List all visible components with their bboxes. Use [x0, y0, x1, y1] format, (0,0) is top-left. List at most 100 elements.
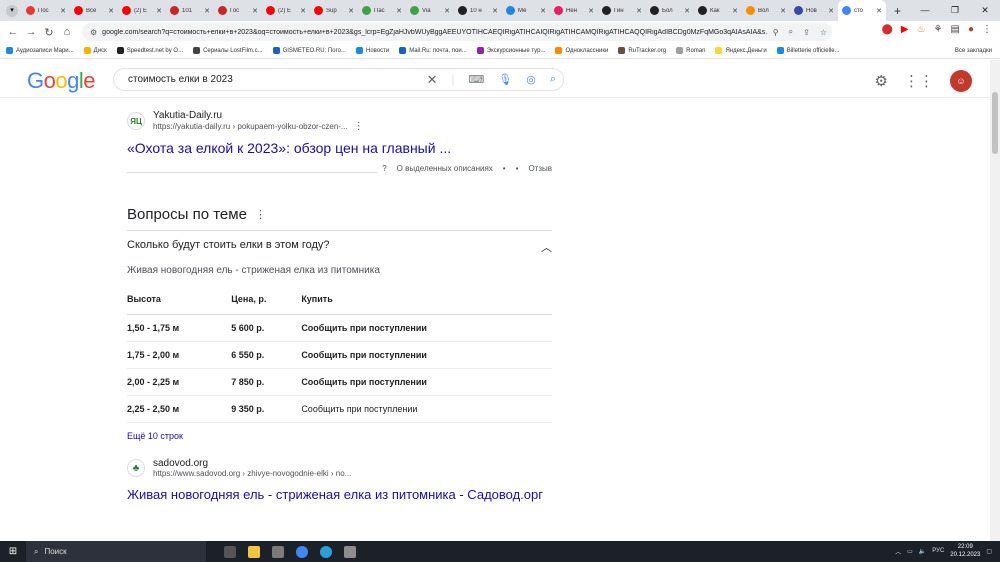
- close-tab-icon[interactable]: ✕: [828, 7, 834, 15]
- close-tab-icon[interactable]: ✕: [252, 7, 258, 15]
- back-button[interactable]: ←: [4, 26, 22, 38]
- browser-tab[interactable]: сто ✕: [838, 0, 886, 21]
- keyboard-icon[interactable]: ⌨: [468, 73, 484, 86]
- microphone-icon[interactable]: 🎙: [498, 73, 512, 86]
- forward-button[interactable]: →: [22, 26, 40, 38]
- close-tab-icon[interactable]: ✕: [204, 7, 210, 15]
- browser-tab[interactable]: (2) Е ✕: [118, 0, 166, 21]
- file-explorer-icon[interactable]: [248, 545, 260, 558]
- clock[interactable]: 22:09 20.12.2023: [950, 543, 980, 559]
- close-tab-icon[interactable]: ✕: [636, 7, 642, 15]
- lens-icon[interactable]: ◎: [526, 73, 536, 86]
- close-tab-icon[interactable]: ✕: [540, 7, 546, 15]
- browser-tab[interactable]: Пос ✕: [22, 0, 70, 21]
- fire-extension-icon[interactable]: ♨: [917, 24, 926, 35]
- bookmark-item[interactable]: Billetterie officielle...: [776, 47, 840, 54]
- scrollbar-thumb[interactable]: [992, 92, 998, 154]
- result-source[interactable]: ♣ sadovod.org https://www.sadovod.org › …: [127, 458, 557, 478]
- bookmark-item[interactable]: Speedtest.net by O...: [116, 47, 183, 54]
- browser-tab[interactable]: 101 ✕: [166, 0, 214, 21]
- all-bookmarks-folder[interactable]: Все закладки: [955, 48, 992, 54]
- notify-link[interactable]: Сообщить при поступлении: [301, 314, 552, 342]
- side-panel-icon[interactable]: ▤: [951, 24, 960, 35]
- result-source[interactable]: ЯЦ Yakutia-Daily.ru https://yakutia-dail…: [127, 110, 557, 132]
- bookmark-item[interactable]: Экскурсионные тур...: [476, 47, 545, 54]
- bookmark-item[interactable]: Mail.Ru: почта, пои...: [399, 47, 467, 54]
- volume-icon[interactable]: 🔈: [919, 548, 926, 555]
- close-tab-icon[interactable]: ✕: [444, 7, 450, 15]
- menu-icon[interactable]: ⋮: [982, 24, 992, 35]
- notify-link[interactable]: Сообщить при поступлении: [301, 341, 552, 369]
- bookmark-item[interactable]: Одноклассники: [555, 47, 608, 54]
- browser-tab[interactable]: Sup ✕: [310, 0, 358, 21]
- task-view-icon[interactable]: [224, 545, 236, 558]
- close-tab-icon[interactable]: ✕: [396, 7, 402, 15]
- notify-link[interactable]: Сообщить при поступлении: [301, 395, 552, 423]
- notification-icon[interactable]: ▢: [986, 548, 992, 555]
- browser-tab[interactable]: Нен ✕: [550, 0, 598, 21]
- result-title-link[interactable]: «Охота за елкой к 2023»: обзор цен на гл…: [127, 140, 557, 156]
- more-options-icon[interactable]: ⋮: [354, 121, 364, 132]
- result-title-link[interactable]: Живая новогодняя ель - стриженая елка из…: [127, 486, 557, 503]
- chevron-up-icon[interactable]: ︿: [541, 239, 552, 255]
- close-window-button[interactable]: ✕: [970, 0, 1000, 21]
- bookmark-item[interactable]: Новости: [355, 47, 389, 54]
- browser-tab[interactable]: Бол ✕: [646, 0, 694, 21]
- apps-grid-icon[interactable]: ⋮⋮: [904, 72, 934, 90]
- bookmark-item[interactable]: Аудиозаписи Мари...: [6, 47, 74, 54]
- account-avatar[interactable]: ☺: [950, 70, 972, 92]
- location-icon[interactable]: ⚲: [773, 28, 779, 37]
- minimize-button[interactable]: —: [910, 0, 940, 21]
- close-tab-icon[interactable]: ✕: [780, 7, 786, 15]
- media-app-icon[interactable]: [344, 545, 356, 558]
- opera-extension-icon[interactable]: ⬤: [882, 24, 893, 35]
- telegram-icon[interactable]: [320, 545, 332, 558]
- paa-question[interactable]: Сколько будут стоить елки в этом году? ︿: [127, 230, 552, 263]
- app-icon[interactable]: [272, 545, 284, 558]
- browser-tab[interactable]: Via ✕: [406, 0, 454, 21]
- close-tab-icon[interactable]: ✕: [492, 7, 498, 15]
- share-icon[interactable]: ⇪: [803, 28, 810, 37]
- bookmark-item[interactable]: RuTracker.org: [618, 47, 666, 54]
- close-tab-icon[interactable]: ✕: [60, 7, 66, 15]
- profile-icon[interactable]: ●: [968, 24, 974, 35]
- notify-link[interactable]: Сообщить при поступлении: [301, 368, 552, 396]
- close-tab-icon[interactable]: ✕: [108, 7, 114, 15]
- tray-chevron-icon[interactable]: ︿: [895, 547, 901, 556]
- bookmark-item[interactable]: Roman: [676, 47, 705, 54]
- network-icon[interactable]: ▭: [907, 548, 913, 555]
- search-box[interactable]: стоимость елки в 2023 ✕ | ⌨ 🎙 ◎ ⌕: [113, 68, 564, 91]
- close-tab-icon[interactable]: ✕: [156, 7, 162, 15]
- windows-start-icon[interactable]: ⊞: [0, 546, 26, 557]
- close-tab-icon[interactable]: ✕: [348, 7, 354, 15]
- page-scrollbar[interactable]: [990, 60, 1000, 541]
- extensions-icon[interactable]: ⚘: [934, 24, 943, 35]
- maximize-button[interactable]: ❐: [940, 0, 970, 21]
- more-rows-link[interactable]: Ещё 10 строк: [127, 431, 552, 441]
- search-input[interactable]: стоимость елки в 2023: [128, 74, 420, 85]
- browser-tab[interactable]: Ме ✕: [502, 0, 550, 21]
- reload-button[interactable]: ↻: [40, 26, 58, 39]
- close-tab-icon[interactable]: ✕: [300, 7, 306, 15]
- browser-tab[interactable]: Пас ✕: [358, 0, 406, 21]
- tab-search-button[interactable]: ▾: [6, 4, 18, 17]
- browser-tab[interactable]: Гос ✕: [214, 0, 262, 21]
- settings-gear-icon[interactable]: ⚙: [875, 72, 888, 90]
- bookmark-item[interactable]: Яндекс.Деньги: [715, 47, 767, 54]
- close-tab-icon[interactable]: ✕: [684, 7, 690, 15]
- language-indicator[interactable]: РУС: [932, 548, 944, 554]
- chrome-icon[interactable]: [296, 545, 308, 558]
- bookmark-item[interactable]: Диск: [83, 47, 107, 54]
- browser-tab[interactable]: (2) Е ✕: [262, 0, 310, 21]
- close-tab-icon[interactable]: ✕: [876, 7, 882, 15]
- bookmark-item[interactable]: GISMETEO.RU: Пого...: [272, 47, 346, 54]
- site-info-icon[interactable]: ⚙: [90, 28, 97, 37]
- browser-tab[interactable]: Гин ✕: [598, 0, 646, 21]
- google-logo[interactable]: Google: [27, 68, 96, 94]
- browser-tab[interactable]: Как ✕: [694, 0, 742, 21]
- search-icon[interactable]: ⌕: [550, 73, 556, 86]
- clear-icon[interactable]: ✕: [427, 72, 438, 88]
- bookmark-item[interactable]: Сериалы LostFilm.c...: [193, 47, 263, 54]
- browser-tab[interactable]: Все ✕: [70, 0, 118, 21]
- new-tab-button[interactable]: +: [894, 4, 901, 18]
